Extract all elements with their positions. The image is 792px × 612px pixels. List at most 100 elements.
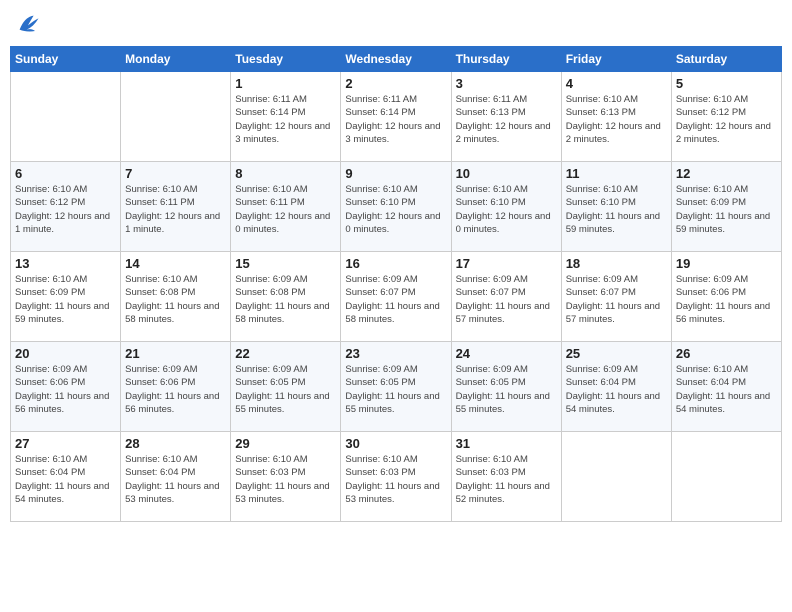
day-number: 6 <box>15 166 116 181</box>
weekday-header: Monday <box>121 47 231 72</box>
day-number: 16 <box>345 256 446 271</box>
day-number: 4 <box>566 76 667 91</box>
day-number: 8 <box>235 166 336 181</box>
calendar-cell: 25 Sunrise: 6:09 AMSunset: 6:04 PMDayligh… <box>561 342 671 432</box>
day-info: Sunrise: 6:10 AMSunset: 6:04 PMDaylight:… <box>15 454 109 505</box>
logo-icon <box>14 10 42 38</box>
calendar-cell: 7Sunrise: 6:10 AMSunset: 6:11 PMDaylight… <box>121 162 231 252</box>
calendar-cell: 19 Sunrise: 6:09 AMSunset: 6:06 PMDayligh… <box>671 252 781 342</box>
calendar-cell: 10 Sunrise: 6:10 AMSunset: 6:10 PMDayligh… <box>451 162 561 252</box>
calendar-cell: 26 Sunrise: 6:10 AMSunset: 6:04 PMDayligh… <box>671 342 781 432</box>
calendar-cell: 15 Sunrise: 6:09 AMSunset: 6:08 PMDayligh… <box>231 252 341 342</box>
calendar-cell <box>11 72 121 162</box>
day-info: Sunrise: 6:09 AMSunset: 6:04 PMDaylight:… <box>566 364 660 415</box>
logo <box>14 10 46 38</box>
calendar-cell: 21 Sunrise: 6:09 AMSunset: 6:06 PMDayligh… <box>121 342 231 432</box>
day-number: 13 <box>15 256 116 271</box>
day-number: 21 <box>125 346 226 361</box>
day-number: 28 <box>125 436 226 451</box>
calendar-cell: 18 Sunrise: 6:09 AMSunset: 6:07 PMDayligh… <box>561 252 671 342</box>
day-info: Sunrise: 6:10 AMSunset: 6:12 PMDaylight:… <box>676 94 771 145</box>
calendar-body: 1 Sunrise: 6:11 AMSunset: 6:14 PMDaylight… <box>11 72 782 522</box>
day-number: 20 <box>15 346 116 361</box>
day-number: 24 <box>456 346 557 361</box>
day-info: Sunrise: 6:10 AMSunset: 6:03 PMDaylight:… <box>235 454 329 505</box>
day-info: Sunrise: 6:09 AMSunset: 6:05 PMDaylight:… <box>235 364 329 415</box>
day-info: Sunrise: 6:10 AMSunset: 6:10 PMDaylight:… <box>456 184 551 235</box>
calendar-cell: 5 Sunrise: 6:10 AMSunset: 6:12 PMDaylight… <box>671 72 781 162</box>
weekday-header: Wednesday <box>341 47 451 72</box>
day-info: Sunrise: 6:09 AMSunset: 6:05 PMDaylight:… <box>345 364 439 415</box>
day-info: Sunrise: 6:09 AMSunset: 6:08 PMDaylight:… <box>235 274 329 325</box>
weekday-header: Sunday <box>11 47 121 72</box>
calendar-header: SundayMondayTuesdayWednesdayThursdayFrid… <box>11 47 782 72</box>
day-info: Sunrise: 6:09 AMSunset: 6:05 PMDaylight:… <box>456 364 550 415</box>
calendar-cell: 20 Sunrise: 6:09 AMSunset: 6:06 PMDayligh… <box>11 342 121 432</box>
day-number: 15 <box>235 256 336 271</box>
calendar-cell <box>671 432 781 522</box>
calendar-cell: 30Sunrise: 6:10 AMSunset: 6:03 PMDayligh… <box>341 432 451 522</box>
day-info: Sunrise: 6:10 AMSunset: 6:04 PMDaylight:… <box>676 364 770 415</box>
weekday-header: Saturday <box>671 47 781 72</box>
day-number: 14 <box>125 256 226 271</box>
day-info: Sunrise: 6:10 AMSunset: 6:11 PMDaylight:… <box>235 184 330 235</box>
day-info: Sunrise: 6:09 AMSunset: 6:07 PMDaylight:… <box>566 274 660 325</box>
day-number: 2 <box>345 76 446 91</box>
day-number: 26 <box>676 346 777 361</box>
calendar-table: SundayMondayTuesdayWednesdayThursdayFrid… <box>10 46 782 522</box>
day-info: Sunrise: 6:09 AMSunset: 6:06 PMDaylight:… <box>676 274 770 325</box>
day-info: Sunrise: 6:11 AMSunset: 6:14 PMDaylight:… <box>235 94 330 145</box>
weekday-header: Friday <box>561 47 671 72</box>
day-info: Sunrise: 6:10 AMSunset: 6:13 PMDaylight:… <box>566 94 661 145</box>
calendar-cell: 14 Sunrise: 6:10 AMSunset: 6:08 PMDayligh… <box>121 252 231 342</box>
calendar-cell: 12 Sunrise: 6:10 AMSunset: 6:09 PMDayligh… <box>671 162 781 252</box>
calendar-cell: 8 Sunrise: 6:10 AMSunset: 6:11 PMDaylight… <box>231 162 341 252</box>
day-number: 27 <box>15 436 116 451</box>
calendar-cell: 28 Sunrise: 6:10 AMSunset: 6:04 PMDayligh… <box>121 432 231 522</box>
weekday-header: Tuesday <box>231 47 341 72</box>
day-info: Sunrise: 6:11 AMSunset: 6:14 PMDaylight:… <box>345 94 440 145</box>
calendar-cell: 1 Sunrise: 6:11 AMSunset: 6:14 PMDaylight… <box>231 72 341 162</box>
calendar-cell: 24 Sunrise: 6:09 AMSunset: 6:05 PMDayligh… <box>451 342 561 432</box>
day-number: 18 <box>566 256 667 271</box>
day-number: 11 <box>566 166 667 181</box>
day-number: 12 <box>676 166 777 181</box>
day-info: Sunrise: 6:09 AMSunset: 6:06 PMDaylight:… <box>125 364 219 415</box>
day-number: 19 <box>676 256 777 271</box>
calendar-cell: 31 Sunrise: 6:10 AMSunset: 6:03 PMDayligh… <box>451 432 561 522</box>
calendar-cell: 23 Sunrise: 6:09 AMSunset: 6:05 PMDayligh… <box>341 342 451 432</box>
calendar-cell: 4 Sunrise: 6:10 AMSunset: 6:13 PMDaylight… <box>561 72 671 162</box>
calendar-cell <box>561 432 671 522</box>
day-info: Sunrise: 6:10 AMSunset: 6:09 PMDaylight:… <box>676 184 770 235</box>
weekday-header: Thursday <box>451 47 561 72</box>
calendar-cell <box>121 72 231 162</box>
day-info: Sunrise: 6:10 AMSunset: 6:10 PMDaylight:… <box>345 184 440 235</box>
calendar-cell: 2 Sunrise: 6:11 AMSunset: 6:14 PMDaylight… <box>341 72 451 162</box>
calendar-cell: 3Sunrise: 6:11 AMSunset: 6:13 PMDaylight… <box>451 72 561 162</box>
day-number: 29 <box>235 436 336 451</box>
calendar-cell: 22 Sunrise: 6:09 AMSunset: 6:05 PMDayligh… <box>231 342 341 432</box>
calendar-cell: 29 Sunrise: 6:10 AMSunset: 6:03 PMDayligh… <box>231 432 341 522</box>
calendar-cell: 16Sunrise: 6:09 AMSunset: 6:07 PMDayligh… <box>341 252 451 342</box>
day-info: Sunrise: 6:10 AMSunset: 6:10 PMDaylight:… <box>566 184 660 235</box>
day-info: Sunrise: 6:10 AMSunset: 6:03 PMDaylight:… <box>345 454 439 505</box>
day-number: 22 <box>235 346 336 361</box>
day-info: Sunrise: 6:10 AMSunset: 6:03 PMDaylight:… <box>456 454 550 505</box>
day-info: Sunrise: 6:09 AMSunset: 6:06 PMDaylight:… <box>15 364 109 415</box>
page-header <box>10 10 782 38</box>
day-number: 31 <box>456 436 557 451</box>
day-number: 23 <box>345 346 446 361</box>
day-info: Sunrise: 6:10 AMSunset: 6:12 PMDaylight:… <box>15 184 110 235</box>
day-info: Sunrise: 6:10 AMSunset: 6:04 PMDaylight:… <box>125 454 219 505</box>
day-number: 10 <box>456 166 557 181</box>
day-number: 17 <box>456 256 557 271</box>
day-number: 25 <box>566 346 667 361</box>
calendar-cell: 27 Sunrise: 6:10 AMSunset: 6:04 PMDayligh… <box>11 432 121 522</box>
day-number: 5 <box>676 76 777 91</box>
calendar-cell: 6 Sunrise: 6:10 AMSunset: 6:12 PMDaylight… <box>11 162 121 252</box>
calendar-cell: 17Sunrise: 6:09 AMSunset: 6:07 PMDayligh… <box>451 252 561 342</box>
day-number: 1 <box>235 76 336 91</box>
day-info: Sunrise: 6:10 AMSunset: 6:11 PMDaylight:… <box>125 184 220 235</box>
day-info: Sunrise: 6:10 AMSunset: 6:08 PMDaylight:… <box>125 274 219 325</box>
day-info: Sunrise: 6:10 AMSunset: 6:09 PMDaylight:… <box>15 274 109 325</box>
